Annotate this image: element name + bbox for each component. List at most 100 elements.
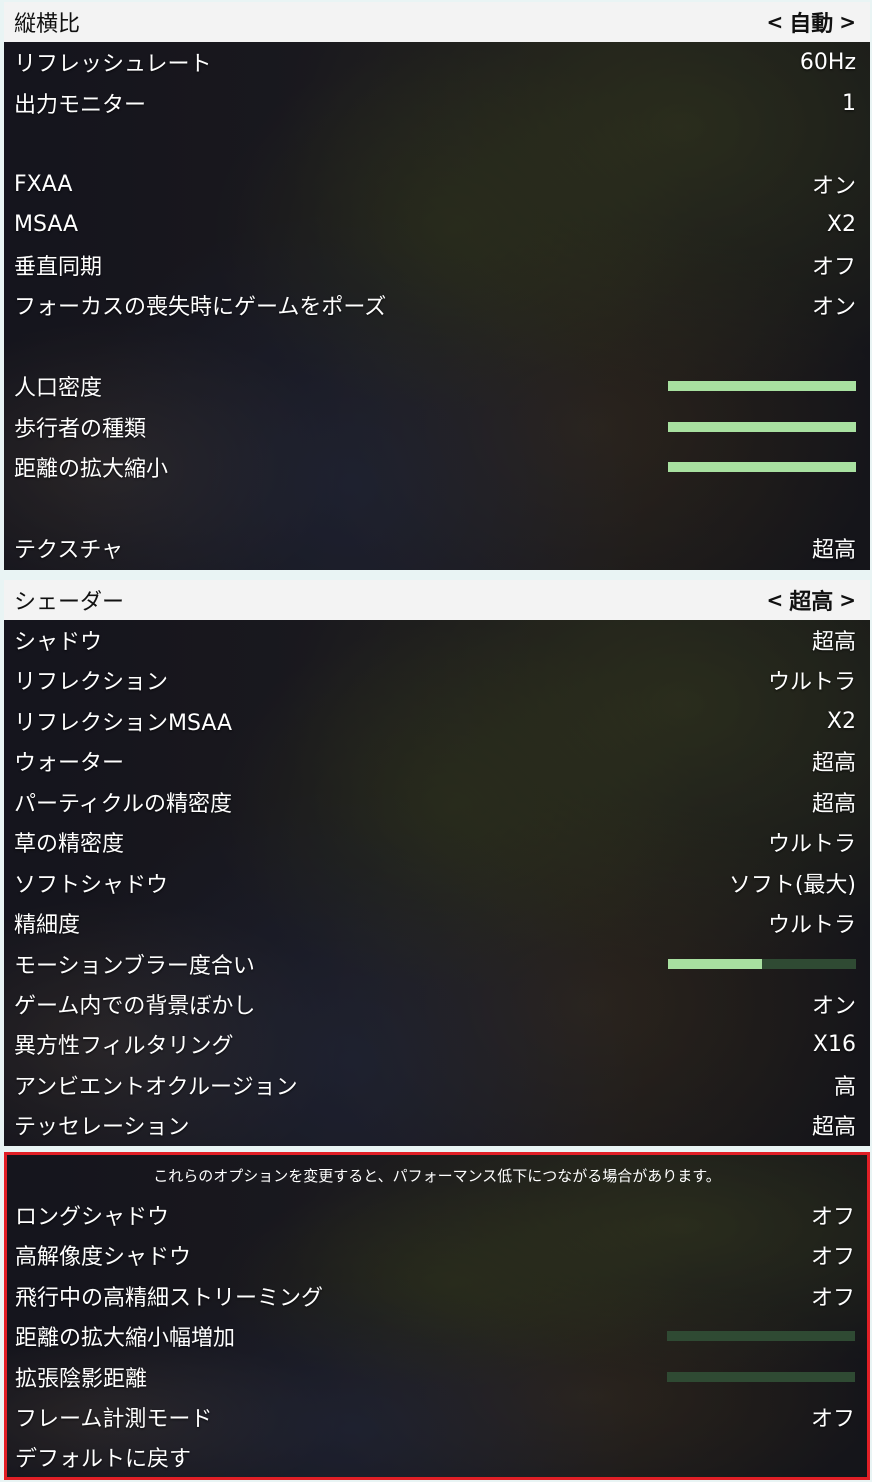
population-density-slider[interactable]: [668, 381, 856, 391]
setting-label: FXAA: [14, 171, 73, 197]
setting-label: 精細度: [14, 913, 81, 938]
setting-label: 距離の拡大縮小: [14, 457, 169, 482]
fxaa-row[interactable]: FXAA オン: [4, 164, 870, 204]
setting-value: ウルトラ: [767, 832, 856, 857]
setting-value: 高: [833, 1075, 856, 1100]
setting-value: 超高: [811, 538, 856, 563]
setting-label: 出力モニター: [14, 93, 147, 118]
setting-label: フレーム計測モード: [15, 1407, 213, 1432]
setting-value: オフ: [810, 1286, 855, 1311]
shader-quality-selector[interactable]: < 超高 >: [766, 584, 856, 616]
setting-label: 拡張陰影距離: [15, 1367, 148, 1392]
particles-quality-row[interactable]: パーティクルの精密度 超高: [4, 782, 870, 822]
setting-label: フォーカスの喪失時にゲームをポーズ: [14, 295, 387, 320]
setting-label: ゲーム内での背景ぼかし: [14, 994, 256, 1019]
msaa-row[interactable]: MSAA X2: [4, 204, 870, 244]
setting-label: 飛行中の高精細ストリーミング: [15, 1286, 324, 1311]
setting-value: オン: [811, 174, 856, 199]
setting-label: 距離の拡大縮小幅増加: [15, 1326, 236, 1351]
setting-value: オフ: [811, 255, 856, 280]
performance-warning: これらのオプションを変更すると、パフォーマンス低下につながる場合があります。: [153, 1166, 721, 1185]
setting-label: デフォルトに戻す: [15, 1447, 192, 1472]
setting-value: 超高: [811, 751, 856, 776]
arrow-left-icon[interactable]: <: [766, 588, 783, 612]
pedestrian-variety-row[interactable]: 歩行者の種類: [4, 407, 870, 447]
shader-quality-row[interactable]: シェーダー < 超高 >: [4, 580, 870, 620]
pedestrian-variety-slider[interactable]: [668, 422, 856, 432]
tessellation-row[interactable]: テッセレーション 超高: [4, 1105, 870, 1145]
distance-scaling-row[interactable]: 距離の拡大縮小: [4, 447, 870, 487]
setting-value: ソフト(最大): [728, 873, 856, 898]
setting-label: ソフトシャドウ: [14, 873, 169, 898]
high-detail-streaming-row[interactable]: 飛行中の高精細ストリーミング オフ: [7, 1276, 867, 1316]
setting-value: ウルトラ: [767, 670, 856, 695]
vsync-row[interactable]: 垂直同期 オフ: [4, 245, 870, 285]
population-density-row[interactable]: 人口密度: [4, 366, 870, 406]
setting-label: 歩行者の種類: [14, 417, 147, 442]
extended-shadows-distance-slider[interactable]: [667, 1372, 855, 1382]
anisotropic-filtering-row[interactable]: 異方性フィルタリング X16: [4, 1024, 870, 1064]
setting-label: リフレクション: [14, 670, 169, 695]
setting-value: 超高: [811, 1115, 856, 1140]
setting-label: パーティクルの精密度: [14, 792, 233, 817]
ambient-occlusion-row[interactable]: アンビエントオクルージョン 高: [4, 1065, 870, 1105]
setting-label: 高解像度シャドウ: [15, 1245, 192, 1270]
high-res-shadows-row[interactable]: 高解像度シャドウ オフ: [7, 1235, 867, 1275]
shadow-quality-row[interactable]: シャドウ 超高: [4, 620, 870, 660]
setting-label: 草の精密度: [14, 832, 125, 857]
slider-fill: [668, 381, 856, 391]
setting-label: アンビエントオクルージョン: [14, 1075, 298, 1100]
arrow-left-icon[interactable]: <: [766, 10, 783, 34]
setting-value: X16: [812, 1031, 856, 1057]
setting-label: 垂直同期: [14, 255, 103, 280]
display-settings-panel: 縦横比 < 自動 > リフレッシュレート 60Hz 出力モニター 1 FXAA …: [4, 2, 870, 570]
reflection-quality-row[interactable]: リフレクション ウルトラ: [4, 660, 870, 700]
depth-of-field-row[interactable]: ゲーム内での背景ぼかし オン: [4, 984, 870, 1024]
post-fx-row[interactable]: 精細度 ウルトラ: [4, 903, 870, 943]
slider-fill: [668, 422, 856, 432]
graphics-settings-panel: シェーダー < 超高 > シャドウ 超高 リフレクション ウルトラ リフレクショ…: [4, 580, 870, 1146]
motion-blur-slider[interactable]: [668, 959, 856, 969]
aspect-ratio-row[interactable]: 縦横比 < 自動 >: [4, 2, 870, 42]
extended-distance-scaling-slider[interactable]: [667, 1331, 855, 1341]
slider-fill: [668, 462, 856, 472]
setting-label: リフレクションMSAA: [14, 711, 233, 736]
setting-value: オン: [811, 994, 856, 1019]
setting-value: X2: [826, 708, 856, 734]
soft-shadows-row[interactable]: ソフトシャドウ ソフト(最大): [4, 863, 870, 903]
setting-value: オン: [811, 295, 856, 320]
motion-blur-row[interactable]: モーションブラー度合い: [4, 944, 870, 984]
pause-on-focus-loss-row[interactable]: フォーカスの喪失時にゲームをポーズ オン: [4, 285, 870, 325]
setting-value: オフ: [810, 1205, 855, 1230]
reflection-msaa-row[interactable]: リフレクションMSAA X2: [4, 701, 870, 741]
extended-shadows-distance-row[interactable]: 拡張陰影距離: [7, 1357, 867, 1397]
restore-defaults-button[interactable]: デフォルトに戻す: [7, 1437, 867, 1477]
setting-value: オフ: [810, 1407, 855, 1432]
setting-label: シャドウ: [14, 630, 103, 655]
extended-distance-scaling-row[interactable]: 距離の拡大縮小幅増加: [7, 1316, 867, 1356]
aspect-ratio-selector[interactable]: < 自動 >: [766, 6, 856, 38]
setting-value: 自動: [789, 12, 834, 37]
grass-quality-row[interactable]: 草の精密度 ウルトラ: [4, 822, 870, 862]
setting-label: テッセレーション: [14, 1115, 190, 1140]
setting-label: 人口密度: [14, 376, 103, 401]
setting-label: ロングシャドウ: [15, 1205, 170, 1230]
distance-scaling-slider[interactable]: [668, 462, 856, 472]
long-shadows-row[interactable]: ロングシャドウ オフ: [7, 1195, 867, 1235]
arrow-right-icon[interactable]: >: [839, 10, 856, 34]
setting-value: オフ: [810, 1245, 855, 1270]
arrow-right-icon[interactable]: >: [839, 588, 856, 612]
frame-scaling-mode-row[interactable]: フレーム計測モード オフ: [7, 1397, 867, 1437]
setting-label: モーションブラー度合い: [14, 954, 255, 979]
refresh-rate-row[interactable]: リフレッシュレート 60Hz: [4, 42, 870, 82]
advanced-graphics-panel: これらのオプションを変更すると、パフォーマンス低下につながる場合があります。 ロ…: [4, 1152, 870, 1480]
setting-label: MSAA: [14, 211, 79, 237]
water-quality-row[interactable]: ウォーター 超高: [4, 741, 870, 781]
output-monitor-row[interactable]: 出力モニター 1: [4, 83, 870, 123]
setting-value: X2: [826, 211, 856, 237]
setting-label: 縦横比: [14, 12, 81, 37]
setting-value: 超高: [811, 630, 856, 655]
slider-fill: [668, 959, 762, 969]
setting-label: リフレッシュレート: [14, 52, 212, 77]
texture-quality-row[interactable]: テクスチャ 超高: [4, 528, 870, 568]
